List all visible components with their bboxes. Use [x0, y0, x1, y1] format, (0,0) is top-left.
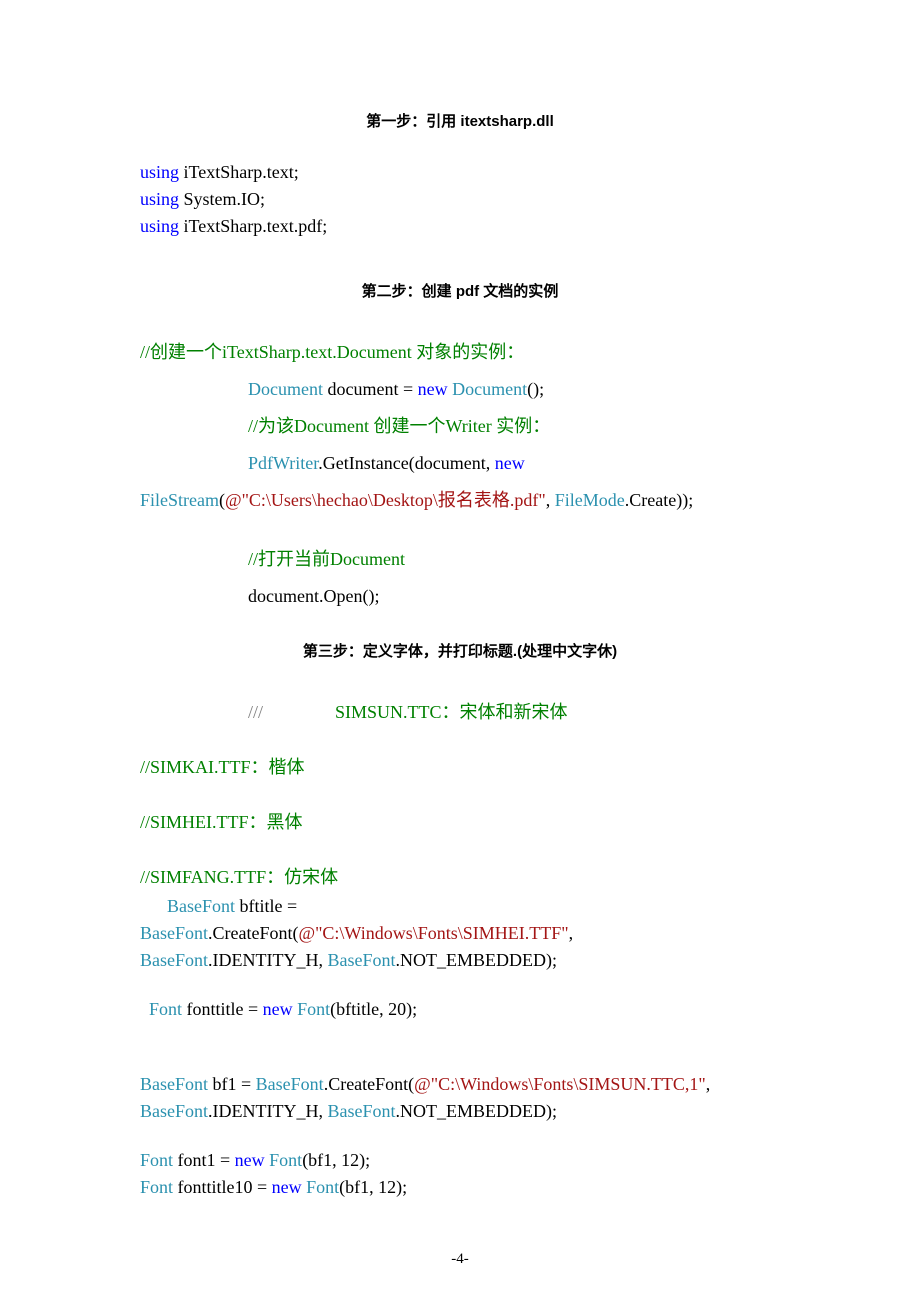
code-line: BaseFont.CreateFont(@"C:\Windows\Fonts\S… [140, 920, 780, 947]
code-text: .Create)); [625, 490, 693, 510]
heading-step2: 第二步：创建 pdf 文档的实例 [140, 280, 780, 301]
code-text: .CreateFont( [324, 1074, 414, 1094]
code-line: PdfWriter.GetInstance(document, new [140, 450, 780, 477]
code-text: document.Open(); [248, 586, 379, 606]
code-line: Document document = new Document(); [140, 376, 780, 403]
type: Font [269, 1150, 302, 1170]
string: @"C:\Users\hechao\Desktop\报名表格.pdf" [225, 490, 546, 510]
keyword: new [235, 1150, 265, 1170]
code-line: Font font1 = new Font(bf1, 12); [140, 1147, 780, 1174]
code-text: (); [527, 379, 544, 399]
code-text: (bftitle, 20); [330, 999, 417, 1019]
codeblock-step1: using iTextSharp.text; using System.IO; … [140, 159, 780, 240]
code-text: , [569, 923, 574, 943]
keyword: using [140, 216, 179, 236]
code-line: using iTextSharp.text; [140, 159, 780, 186]
type: BaseFont [167, 896, 235, 916]
keyword: new [418, 379, 448, 399]
code-text: , [706, 1074, 711, 1094]
type: Document [452, 379, 527, 399]
heading-step1: 第一步：引用 itextsharp.dll [140, 110, 780, 131]
code-line: //SIMHEI.TTF：黑体 [140, 809, 780, 836]
comment: SIMSUN.TTC：宋体和新宋体 [335, 702, 568, 722]
keyword: using [140, 162, 179, 182]
code-text: .GetInstance(document, [318, 453, 494, 473]
comment: //SIMKAI.TTF：楷体 [140, 757, 305, 777]
code-text: fonttitle10 = [173, 1177, 272, 1197]
page-number: -4- [140, 1251, 780, 1268]
type: Document [248, 379, 323, 399]
string: @"C:\Windows\Fonts\SIMSUN.TTC,1" [414, 1074, 706, 1094]
code-text: font1 = [173, 1150, 235, 1170]
code-line: //打开当前Document [140, 546, 780, 573]
code-line: FileStream(@"C:\Users\hechao\Desktop\报名表… [140, 487, 780, 514]
code-line: BaseFont.IDENTITY_H, BaseFont.NOT_EMBEDD… [140, 947, 780, 974]
type: Font [140, 1177, 173, 1197]
type: FileStream [140, 490, 219, 510]
code-text [263, 702, 335, 722]
type: Font [149, 999, 182, 1019]
code-text: .IDENTITY_H, [208, 950, 327, 970]
code-text: fonttitle = [182, 999, 263, 1019]
code-line: using iTextSharp.text.pdf; [140, 213, 780, 240]
code-text: System.IO; [179, 189, 265, 209]
comment: //SIMFANG.TTF：仿宋体 [140, 867, 338, 887]
code-text: .NOT_EMBEDDED); [396, 1101, 557, 1121]
comment: //打开当前Document [248, 549, 405, 569]
code-text: .NOT_EMBEDDED); [396, 950, 557, 970]
code-text: (bf1, 12); [339, 1177, 407, 1197]
code-line: //创建一个iTextSharp.text.Document 对象的实例： [140, 339, 780, 366]
keyword: new [272, 1177, 302, 1197]
type: Font [140, 1150, 173, 1170]
type: PdfWriter [248, 453, 318, 473]
code-line: using System.IO; [140, 186, 780, 213]
code-text: iTextSharp.text; [179, 162, 299, 182]
code-text: (bf1, 12); [302, 1150, 370, 1170]
codeblock-step3: /// SIMSUN.TTC：宋体和新宋体 //SIMKAI.TTF：楷体 //… [140, 699, 780, 1201]
code-line: document.Open(); [140, 583, 780, 610]
code-line: //SIMKAI.TTF：楷体 [140, 754, 780, 781]
code-text: document = [323, 379, 418, 399]
code-line: /// SIMSUN.TTC：宋体和新宋体 [140, 699, 780, 726]
code-text: iTextSharp.text.pdf; [179, 216, 327, 236]
code-text [140, 896, 167, 916]
code-line: Font fonttitle10 = new Font(bf1, 12); [140, 1174, 780, 1201]
type: BaseFont [328, 1101, 396, 1121]
type: Font [306, 1177, 339, 1197]
code-line: BaseFont bftitle = [140, 893, 780, 920]
code-text: .CreateFont( [208, 923, 298, 943]
type: BaseFont [140, 923, 208, 943]
document-page: 第一步：引用 itextsharp.dll using iTextSharp.t… [0, 0, 920, 1308]
type: BaseFont [328, 950, 396, 970]
code-line: BaseFont.IDENTITY_H, BaseFont.NOT_EMBEDD… [140, 1098, 780, 1125]
type: BaseFont [140, 1074, 208, 1094]
keyword: using [140, 189, 179, 209]
comment: //为该Document 创建一个Writer 实例： [248, 416, 550, 436]
type: BaseFont [140, 1101, 208, 1121]
keyword: new [263, 999, 293, 1019]
code-line: //SIMFANG.TTF：仿宋体 [140, 864, 780, 891]
code-text: , [546, 490, 555, 510]
type: BaseFont [256, 1074, 324, 1094]
string: @"C:\Windows\Fonts\SIMHEI.TTF" [299, 923, 569, 943]
code-line: //为该Document 创建一个Writer 实例： [140, 413, 780, 440]
type: FileMode [555, 490, 625, 510]
type: BaseFont [140, 950, 208, 970]
code-line: BaseFont bf1 = BaseFont.CreateFont(@"C:\… [140, 1071, 780, 1098]
code-text: bf1 = [208, 1074, 256, 1094]
keyword: new [495, 453, 525, 473]
type: Font [297, 999, 330, 1019]
heading-step3: 第三步：定义字体，并打印标题.(处理中文字休) [140, 640, 780, 661]
comment: //创建一个iTextSharp.text.Document 对象的实例： [140, 342, 524, 362]
code-text: .IDENTITY_H, [208, 1101, 327, 1121]
codeblock-step2: //创建一个iTextSharp.text.Document 对象的实例： Do… [140, 339, 780, 610]
xml-comment: /// [248, 702, 263, 722]
comment: //SIMHEI.TTF：黑体 [140, 812, 303, 832]
code-text: bftitle = [235, 896, 297, 916]
code-text [140, 999, 149, 1019]
code-line: Font fonttitle = new Font(bftitle, 20); [140, 996, 780, 1023]
